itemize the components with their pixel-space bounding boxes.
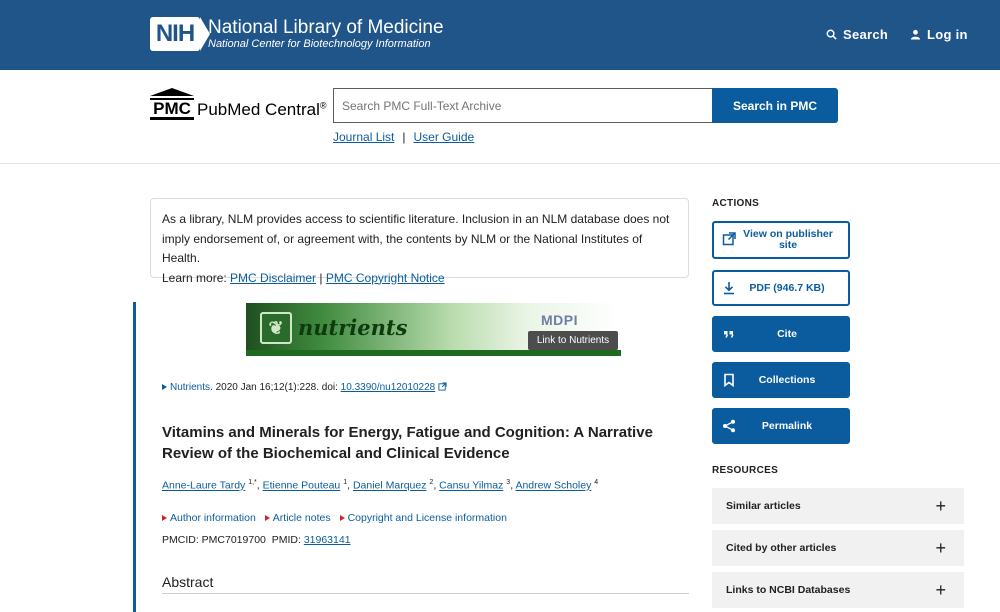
user-icon: [910, 29, 921, 40]
actions-heading: ACTIONS: [712, 198, 760, 209]
author-list: Anne-Laure Tardy 1,*, Etienne Pouteau 1,…: [162, 479, 599, 492]
header-login-button[interactable]: Log in: [910, 27, 968, 42]
abstract-heading: Abstract: [162, 574, 214, 590]
journal-link[interactable]: Nutrients: [170, 382, 210, 393]
nih-logo[interactable]: NIH: [150, 17, 210, 51]
article-title: Vitamins and Minerals for Energy, Fatigu…: [162, 424, 653, 462]
expand-triangle-icon: [162, 515, 167, 521]
author-information-toggle[interactable]: Author information: [162, 512, 256, 524]
download-icon: [724, 282, 734, 295]
view-publisher-button[interactable]: View on publisher site: [712, 221, 850, 259]
plus-icon: +: [935, 580, 946, 600]
expand-triangle-icon: [162, 384, 167, 390]
plus-icon: +: [935, 538, 946, 558]
abstract-divider: [162, 593, 689, 594]
author-link[interactable]: Andrew Scholey: [515, 480, 591, 492]
mdpi-logo: MDPI: [541, 312, 578, 328]
link-separator: |: [402, 130, 406, 144]
collections-button[interactable]: Collections: [712, 362, 850, 398]
nlm-subtitle: National Center for Biotechnology Inform…: [208, 38, 431, 50]
journal-list-link[interactable]: Journal List: [333, 130, 394, 144]
search-icon: [826, 29, 837, 40]
pmc-sub-links: Journal List | User Guide: [333, 130, 474, 144]
search-pmc-button[interactable]: Search in PMC: [712, 88, 838, 123]
expand-triangle-icon: [264, 515, 270, 521]
nutrients-emblem-icon: ❦: [260, 312, 292, 344]
author-link[interactable]: Anne-Laure Tardy: [162, 480, 245, 492]
article-left-rule: [133, 302, 136, 612]
article-notes-toggle[interactable]: Article notes: [264, 512, 331, 524]
plus-icon: +: [935, 496, 946, 516]
pmc-search-input[interactable]: [333, 88, 713, 123]
user-guide-link[interactable]: User Guide: [414, 130, 475, 144]
copyright-license-toggle[interactable]: Copyright and License information: [339, 512, 507, 524]
quote-icon: [724, 331, 734, 338]
share-icon: [723, 419, 735, 433]
article-ids: PMCID: PMC7019700 PMID: 31963141: [162, 534, 351, 546]
pmc-copyright-link[interactable]: PMC Copyright Notice: [326, 271, 445, 285]
banner-strip: [246, 350, 621, 356]
nlm-title[interactable]: National Library of Medicine: [208, 17, 444, 39]
cite-button[interactable]: Cite: [712, 316, 850, 352]
pdf-download-button[interactable]: PDF (946.7 KB): [712, 270, 850, 306]
article-info-links: Author information Article notes Copyrig…: [162, 512, 507, 524]
doi-link[interactable]: 10.3390/nu12010228: [341, 382, 436, 393]
nlm-disclaimer: As a library, NLM provides access to sci…: [150, 198, 689, 285]
author-link[interactable]: Daniel Marquez: [353, 480, 427, 492]
pmc-logo[interactable]: PMC: [150, 98, 194, 120]
resources-heading: RESOURCES: [712, 465, 779, 476]
banner-tooltip: Link to Nutrients: [528, 331, 618, 350]
pmc-disclaimer-link[interactable]: PMC Disclaimer: [230, 271, 316, 285]
permalink-button[interactable]: Permalink: [712, 408, 850, 444]
external-link-icon: [722, 232, 736, 246]
similar-articles-toggle[interactable]: Similar articles +: [712, 488, 964, 524]
ncbi-links-toggle[interactable]: Links to NCBI Databases +: [712, 572, 964, 608]
expand-triangle-icon: [339, 515, 345, 521]
external-link-icon: [438, 382, 447, 391]
pmid-link[interactable]: 31963141: [304, 534, 351, 546]
nih-header: NIH National Library of Medicine Nationa…: [0, 0, 1000, 70]
author-link[interactable]: Cansu Yilmaz: [439, 480, 503, 492]
header-search-button[interactable]: Search: [826, 27, 888, 42]
citation-line: Nutrients. 2020 Jan 16;12(1):228. doi: 1…: [162, 382, 447, 393]
pmcid: PMCID: PMC7019700: [162, 534, 266, 546]
bookmark-icon: [724, 373, 734, 387]
pmc-roof-icon: [150, 88, 194, 96]
banner-journal-word: nutrients: [298, 315, 408, 340]
pmc-name[interactable]: PubMed Central®: [197, 100, 326, 120]
cited-by-toggle[interactable]: Cited by other articles +: [712, 530, 964, 566]
author-link[interactable]: Etienne Pouteau: [263, 480, 341, 492]
